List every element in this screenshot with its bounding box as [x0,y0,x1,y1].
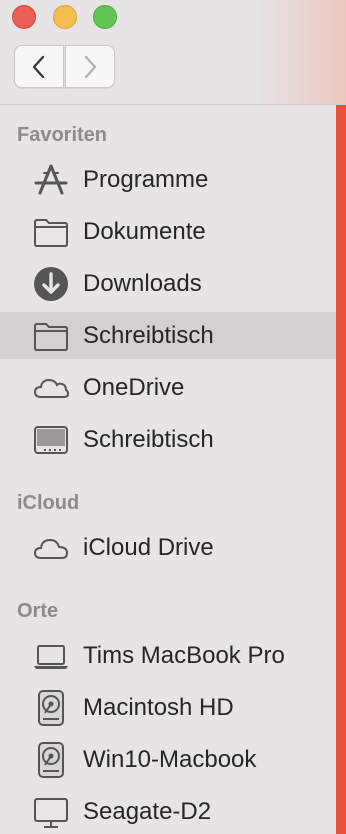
cloud-icon [32,529,70,567]
download-icon [32,265,70,303]
sidebar-item-label: Seagate-D2 [83,798,212,825]
minimize-window-button[interactable] [53,5,77,29]
forward-button[interactable] [65,45,115,88]
laptop-icon [32,637,70,675]
chevron-right-icon [84,55,97,78]
sidebar-item-tims-macbook-pro[interactable]: Tims MacBook Pro [0,632,336,679]
sidebar-item-label: Macintosh HD [83,694,234,721]
display-icon [32,793,70,831]
sidebar: Favoriten Programme Dokumente Downloads … [0,105,336,834]
section-header-icloud: iCloud [17,492,80,514]
sidebar-item-label: Schreibtisch [83,426,214,453]
sidebar-item-label: Win10-Macbook [83,746,257,773]
sidebar-item-label: OneDrive [83,374,185,401]
window-edge-accent [336,105,346,834]
sidebar-item-label: Dokumente [83,218,206,245]
sidebar-item-onedrive[interactable]: OneDrive [0,364,336,411]
hard-drive-icon [32,741,70,779]
zoom-window-button[interactable] [93,5,117,29]
sidebar-item-schreibtisch[interactable]: Schreibtisch [0,416,336,463]
cloud-icon [32,369,70,407]
sidebar-item-win10-macbook[interactable]: Win10-Macbook [0,736,336,783]
applications-icon [32,161,70,199]
sidebar-item-dokumente[interactable]: Dokumente [0,208,336,255]
hard-drive-icon [32,689,70,727]
sidebar-item-label: Downloads [83,270,202,297]
sidebar-item-label: Schreibtisch [83,322,214,349]
sidebar-item-label: Tims MacBook Pro [83,642,285,669]
sidebar-item-schreibtisch-selected[interactable]: Schreibtisch [0,312,336,359]
sidebar-item-programme[interactable]: Programme [0,156,336,203]
sidebar-item-macintosh-hd[interactable]: Macintosh HD [0,684,336,731]
desktop-icon [32,421,70,459]
sidebar-item-label: Programme [83,166,209,193]
sidebar-item-seagate-d2[interactable]: Seagate-D2 [0,788,336,834]
sidebar-item-label: iCloud Drive [83,534,214,561]
chevron-left-icon [32,55,45,78]
section-header-favoriten: Favoriten [17,124,108,146]
folder-icon [32,317,70,355]
title-bar [0,0,346,105]
section-header-orte: Orte [17,600,59,622]
finder-window: Favoriten Programme Dokumente Downloads … [0,0,346,834]
close-window-button[interactable] [12,5,36,29]
folder-icon [32,213,70,251]
back-button[interactable] [14,45,64,88]
sidebar-item-icloud-drive[interactable]: iCloud Drive [0,524,336,571]
sidebar-item-downloads[interactable]: Downloads [0,260,336,307]
